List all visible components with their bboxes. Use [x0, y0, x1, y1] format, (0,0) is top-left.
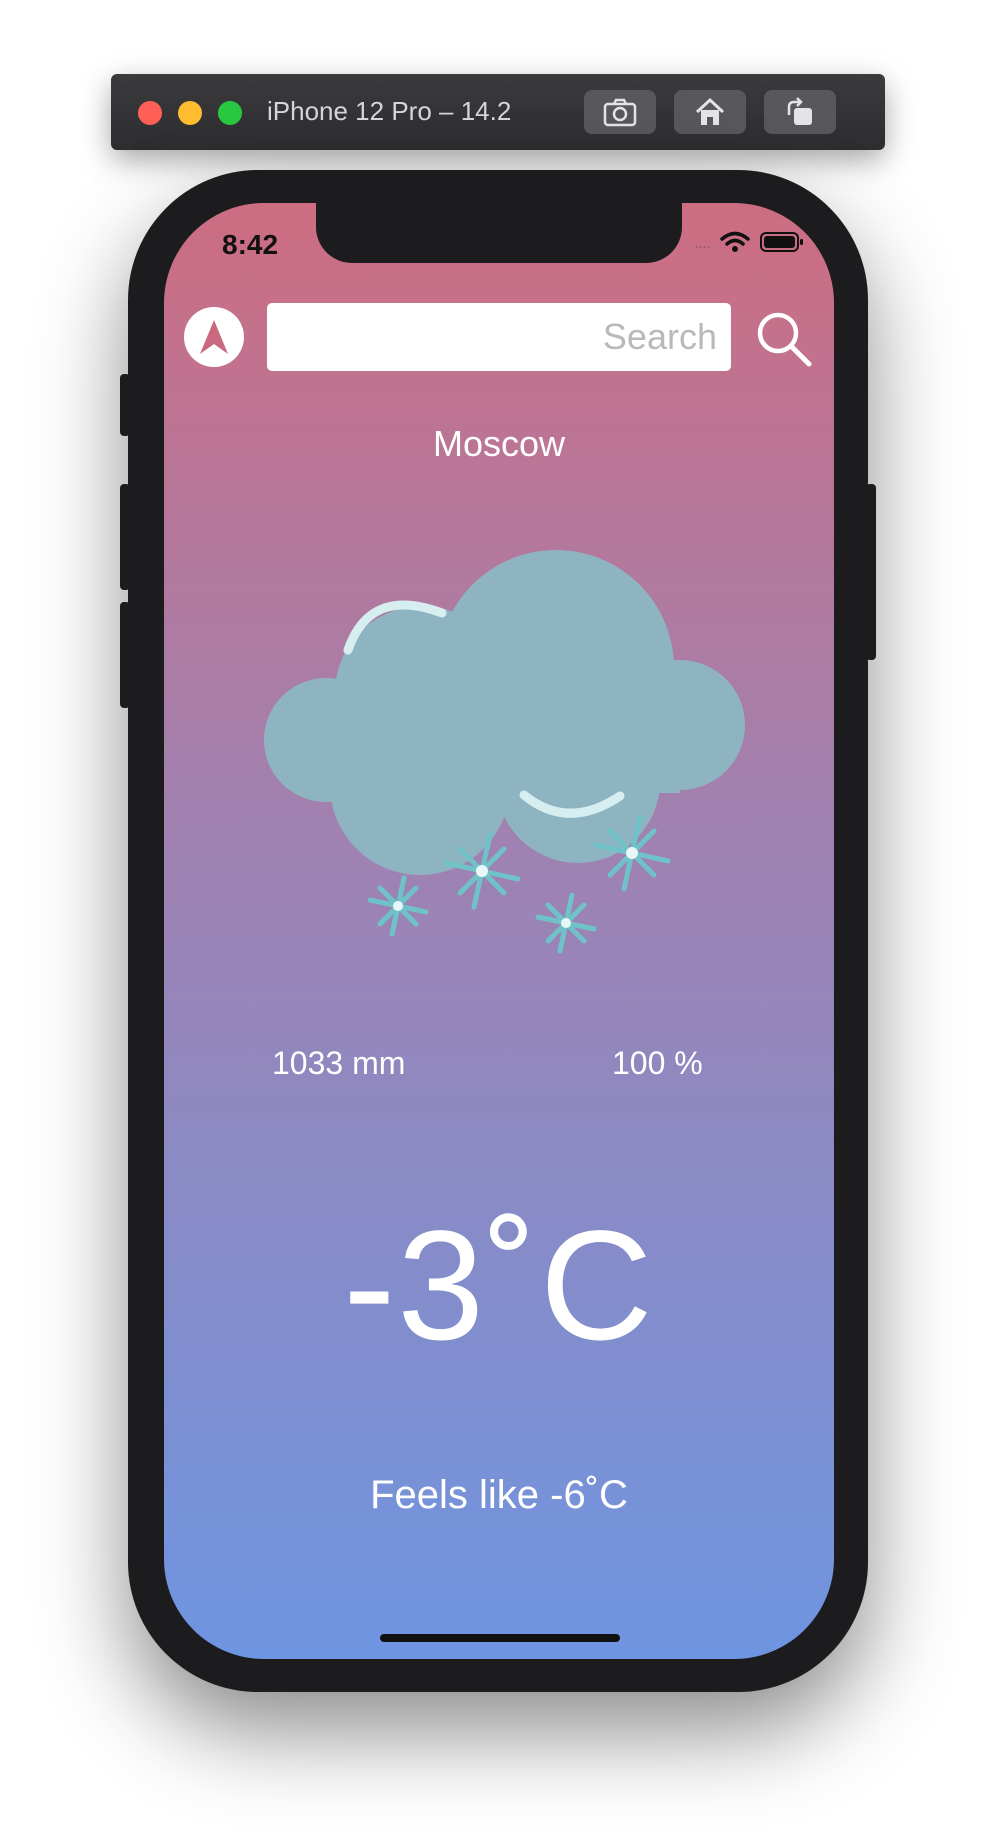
volume-down-button [120, 602, 130, 708]
close-window-button[interactable] [138, 101, 162, 125]
feels-like-value: Feels like -6˚C [370, 1473, 628, 1517]
volume-up-button [120, 484, 130, 590]
pressure-value: 1033 mm [272, 1045, 406, 1081]
simulator-title-bar: iPhone 12 Pro – 14.2 [111, 74, 885, 150]
battery-icon [760, 232, 803, 252]
zoom-window-button[interactable] [218, 101, 242, 125]
city-name: Moscow [432, 423, 566, 464]
wifi-icon [720, 231, 750, 252]
cellular-signal: .... [693, 231, 711, 252]
search-button[interactable] [751, 306, 817, 372]
humidity-value: 100 % [612, 1045, 703, 1081]
power-button [866, 484, 876, 660]
temperature-value: -3˚C [343, 1199, 655, 1373]
home-indicator[interactable] [380, 1634, 620, 1642]
mute-switch [120, 374, 130, 436]
camera-icon [603, 98, 637, 127]
home-button[interactable] [674, 90, 746, 134]
screenshot-button[interactable] [584, 90, 656, 134]
rotate-icon [787, 97, 812, 125]
snow-cloud-icon [264, 550, 745, 954]
simulator-title: iPhone 12 Pro – 14.2 [267, 96, 512, 126]
city-search-input[interactable] [267, 303, 731, 371]
search-icon [757, 312, 812, 367]
app-screen: 8:42 .... Moscow [164, 203, 834, 1659]
home-icon [695, 97, 725, 125]
rotate-button[interactable] [764, 90, 836, 134]
location-arrow-icon [200, 320, 228, 354]
notch [316, 203, 682, 263]
status-time: 8:42 [222, 229, 279, 260]
current-location-button[interactable] [184, 307, 244, 367]
status-indicators: .... [694, 231, 804, 253]
minimize-window-button[interactable] [178, 101, 202, 125]
